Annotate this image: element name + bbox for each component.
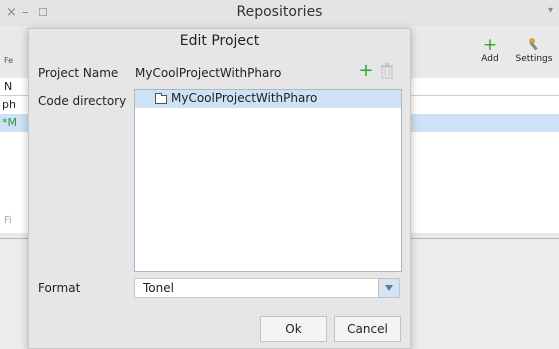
fragment-label: Fe xyxy=(4,56,14,65)
chevron-down-icon[interactable] xyxy=(378,279,399,297)
format-selected-value: Tonel xyxy=(143,281,174,295)
table-row-fragment: ph xyxy=(2,98,16,111)
repositories-titlebar: × – ☐ Repositories ▾ xyxy=(0,0,559,26)
filter-fragment: Fi xyxy=(4,215,12,226)
table-row-fragment-dirty: *M xyxy=(2,116,17,129)
format-label: Format xyxy=(38,281,81,295)
tree-item-label: MyCoolProjectWithPharo xyxy=(171,91,318,105)
column-header-fragment: N xyxy=(4,80,13,93)
settings-button-label: Settings xyxy=(515,54,553,64)
tree-item-mycoolprojectwithpharo[interactable]: MyCoolProjectWithPharo xyxy=(135,90,401,108)
format-dropdown[interactable]: Tonel xyxy=(134,278,400,298)
add-button-label: Add xyxy=(481,54,499,64)
code-directory-label: Code directory xyxy=(38,94,127,108)
window-menu-icon[interactable]: ▾ xyxy=(548,5,553,16)
project-name-label: Project Name xyxy=(38,66,119,80)
plus-icon: + xyxy=(482,35,498,55)
trash-icon[interactable] xyxy=(377,61,397,81)
add-button[interactable]: + Add xyxy=(465,36,515,70)
cancel-button[interactable]: Cancel xyxy=(334,316,401,342)
wrench-icon xyxy=(509,36,559,54)
ok-button[interactable]: Ok xyxy=(260,316,327,342)
dialog-title: Edit Project xyxy=(179,33,260,49)
repositories-title: Repositories xyxy=(236,4,323,20)
settings-button[interactable]: Settings xyxy=(509,36,559,70)
code-directory-tree[interactable]: MyCoolProjectWithPharo xyxy=(134,89,402,272)
edit-project-dialog: Edit Project Project Name MyCoolProjectW… xyxy=(28,28,411,349)
project-name-value: MyCoolProjectWithPharo xyxy=(135,66,282,80)
folder-icon xyxy=(155,93,167,104)
add-directory-icon[interactable]: + xyxy=(356,61,376,81)
